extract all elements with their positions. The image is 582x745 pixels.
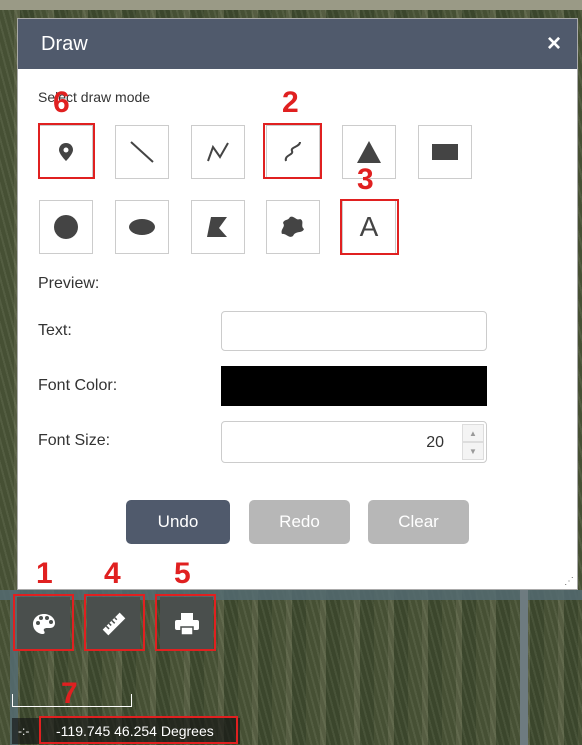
draw-freehand-polygon-button[interactable]: [266, 200, 320, 254]
spinner-down-arrow-icon[interactable]: ▼: [462, 442, 484, 460]
highlight-box-7: [39, 716, 238, 744]
highlight-box-4: [84, 594, 145, 651]
freehand-polygon-icon: [281, 216, 304, 237]
font-color-label: Font Color:: [38, 377, 118, 394]
circle-icon: [54, 215, 78, 239]
draw-ellipse-button[interactable]: [115, 200, 169, 254]
polyline-icon: [207, 142, 229, 162]
annotation-label-1: 1: [36, 557, 53, 590]
panel-title: Draw: [41, 33, 88, 55]
resize-grip-icon[interactable]: ⋰: [564, 577, 574, 587]
font-size-label: Font Size:: [38, 432, 111, 449]
redo-button[interactable]: Redo: [249, 500, 350, 544]
annotation-label-4: 4: [104, 557, 121, 590]
rectangle-icon: [432, 144, 458, 160]
crosshair-icon[interactable]: -:-: [18, 724, 29, 738]
highlight-box-5: [155, 594, 216, 651]
annotation-label-2: 2: [282, 86, 299, 119]
preview-label: Preview:: [38, 275, 100, 292]
annotation-label-6: 6: [53, 86, 70, 119]
close-button[interactable]: ×: [547, 30, 561, 58]
polygon-icon: [207, 217, 227, 237]
font-size-spinner[interactable]: 20 ▲ ▼: [221, 421, 487, 463]
font-color-picker[interactable]: [221, 366, 487, 406]
clear-button[interactable]: Clear: [368, 500, 469, 544]
draw-circle-button[interactable]: [39, 200, 93, 254]
font-size-value: 20: [426, 434, 444, 451]
highlight-box-3: [340, 199, 399, 255]
highlight-box-1: [13, 594, 74, 651]
draw-rectangle-button[interactable]: [418, 125, 472, 179]
annotation-label-3: 3: [357, 163, 374, 196]
draw-polygon-button[interactable]: [191, 200, 245, 254]
line-icon: [130, 141, 154, 163]
highlight-box-2: [263, 123, 322, 179]
draw-polyline-button[interactable]: [191, 125, 245, 179]
panel-header: Draw ×: [18, 19, 577, 69]
draw-line-button[interactable]: [115, 125, 169, 179]
highlight-box-6: [38, 123, 95, 179]
ellipse-icon: [129, 219, 155, 235]
annotation-label-7: 7: [61, 677, 78, 710]
spinner-up-arrow-icon[interactable]: ▲: [462, 424, 484, 442]
triangle-icon: [357, 141, 381, 163]
text-input[interactable]: [221, 311, 487, 351]
text-label: Text:: [38, 322, 72, 339]
undo-button[interactable]: Undo: [126, 500, 230, 544]
annotation-label-5: 5: [174, 557, 191, 590]
